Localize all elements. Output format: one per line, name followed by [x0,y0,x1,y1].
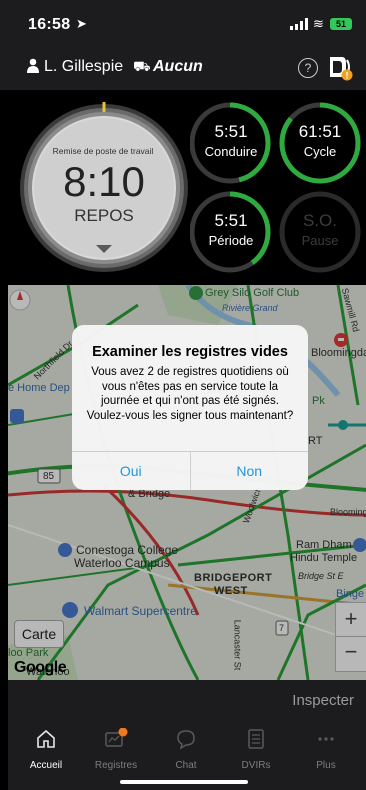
home-icon [37,729,55,748]
eld-device-icon[interactable]: ! [327,54,353,82]
ring-time-conduire: 5:51 [214,122,248,141]
ring-label-pause: Pause [301,233,339,248]
wifi-icon: ≋ [313,16,324,31]
user-icon [27,58,39,73]
dialog-message: Vous avez 2 de registres quotidiens où v… [86,366,294,422]
ring-label-conduire: Conduire [204,144,258,159]
notification-badge [118,727,128,737]
help-icon[interactable]: ? [298,58,318,78]
status-time: 16:58 [28,16,71,33]
more-icon [318,737,334,741]
vehicle-name[interactable]: Aucun [153,58,203,76]
dialog-title: Examiner les registres vides [92,344,288,360]
hos-dashboard: Remise de poste de travail 8:10 REPOS 5:… [0,90,366,285]
ring-track-pause [279,191,361,273]
chat-icon [177,730,195,750]
phone-screen: 16:58 ➤ ≋ 51 L. Gillespie ⛟ Aucun ? ! Re… [0,0,366,790]
tab-label-plus: Plus [316,760,336,771]
main-clock-time: 8:10 [63,158,145,205]
ring-label-periode: Période [208,233,254,248]
tab-label-registres: Registres [94,760,138,771]
ring-time-periode: 5:51 [214,211,248,230]
tab-accueil[interactable]: Accueil [16,728,76,771]
driver-name[interactable]: L. Gillespie [44,58,123,76]
status-bar: 16:58 ➤ ≋ 51 [0,0,366,44]
main-clock-status: REPOS [74,206,134,225]
dialog-actions: Oui Non [72,451,308,490]
cell-signal-icon [290,18,308,30]
truck-icon: ⛟ [133,58,151,74]
inspect-button[interactable]: Inspecter [292,692,354,709]
ring-time-pause: S.O. [302,211,337,230]
tab-plus[interactable]: Plus [296,728,356,771]
tab-registres[interactable]: Registres [86,727,146,771]
main-clock-title: Remise de poste de travail [52,146,154,156]
tab-label-accueil: Accueil [29,760,63,771]
logs-icon [105,727,128,747]
svg-text:!: ! [346,71,349,81]
tab-label-dvirs: DVIRs [241,760,271,771]
home-indicator [120,780,248,784]
dvir-icon [248,729,264,749]
tab-dvirs[interactable]: DVIRs [226,728,286,771]
tab-chat[interactable]: Chat [156,728,216,771]
no-button[interactable]: Non [191,452,309,490]
location-arrow-icon: ➤ [76,16,87,31]
driver-header: L. Gillespie ⛟ Aucun ? ! [0,44,366,90]
yes-button[interactable]: Oui [72,452,191,490]
ring-label-cycle: Cycle [303,144,337,159]
empty-logs-dialog: Examiner les registres vides Vous avez 2… [72,325,308,490]
inspect-bar: Inspecter [8,680,366,720]
ring-time-cycle: 61:51 [298,122,342,141]
tab-label-chat: Chat [175,760,197,771]
battery-icon: 51 [330,18,352,30]
